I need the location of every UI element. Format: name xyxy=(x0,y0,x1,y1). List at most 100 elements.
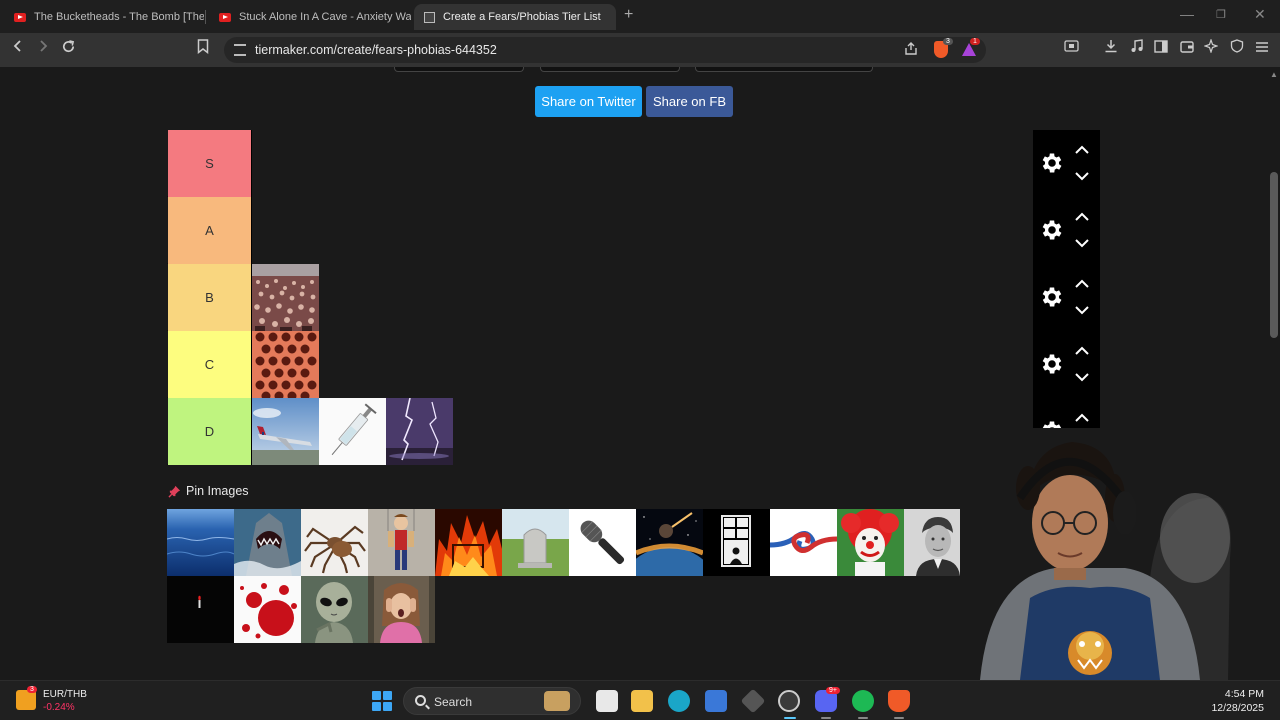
browser-tab-active[interactable]: Create a Fears/Phobias Tier List ✕ xyxy=(414,4,616,30)
reload-icon[interactable] xyxy=(61,39,76,60)
vpn-shield-icon[interactable] xyxy=(1230,39,1244,59)
scroll-up-icon[interactable]: ▲ xyxy=(1270,70,1278,79)
tier-drop-zone[interactable] xyxy=(251,331,1033,398)
pool-item-ocean[interactable] xyxy=(167,509,234,576)
taskbar-clock[interactable]: 4:54 PM 12/28/2025 xyxy=(1206,687,1264,715)
wallet-icon[interactable] xyxy=(1180,39,1194,59)
tab-search-icon[interactable] xyxy=(1064,39,1079,59)
forward-icon[interactable] xyxy=(36,39,50,59)
tier-label[interactable]: D xyxy=(168,398,251,465)
tiermaker-icon xyxy=(424,11,435,23)
move-down-icon[interactable] xyxy=(1074,171,1090,181)
site-settings-icon[interactable] xyxy=(234,44,246,56)
pool-item-knot[interactable] xyxy=(770,509,837,576)
tier-controls xyxy=(1033,331,1100,398)
tier-label[interactable]: B xyxy=(168,264,251,331)
active-app-indicator xyxy=(784,717,796,719)
pool-item-asteroid[interactable] xyxy=(636,509,703,576)
toolbar-button-partial[interactable] xyxy=(695,67,873,72)
tier-item-airplane[interactable] xyxy=(252,398,319,465)
move-up-icon[interactable] xyxy=(1074,145,1090,155)
menu-icon[interactable] xyxy=(1255,39,1269,59)
file-explorer-icon[interactable] xyxy=(631,690,653,712)
pool-item-clown[interactable] xyxy=(837,509,904,576)
tier-controls xyxy=(1033,197,1100,264)
pool-item-shark[interactable] xyxy=(234,509,301,576)
search-highlight-icon xyxy=(544,691,570,711)
tier-drop-zone[interactable] xyxy=(251,398,1033,465)
tier-label[interactable]: C xyxy=(168,331,251,398)
brave-icon[interactable] xyxy=(888,690,910,712)
tier-item-crowd[interactable] xyxy=(252,264,319,331)
obs-app-icon[interactable] xyxy=(740,688,766,714)
move-up-icon[interactable] xyxy=(1074,279,1090,289)
bookmark-icon[interactable] xyxy=(197,39,209,60)
move-down-icon[interactable] xyxy=(1074,372,1090,382)
leo-ai-icon[interactable] xyxy=(1203,38,1219,59)
move-up-icon[interactable] xyxy=(1074,346,1090,356)
pool-item-fire[interactable] xyxy=(435,509,502,576)
browser-tab[interactable]: The Bucketheads - The Bomb [These xyxy=(4,4,204,30)
music-note-icon[interactable] xyxy=(1130,39,1144,59)
back-icon[interactable] xyxy=(11,39,25,59)
search-label: Search xyxy=(434,695,473,709)
tier-label[interactable]: A xyxy=(168,197,251,264)
gear-icon[interactable] xyxy=(1039,217,1065,243)
pool-item-microphone[interactable] xyxy=(569,509,636,576)
tier-label[interactable]: S xyxy=(168,130,251,197)
share-fb-button[interactable]: Share on FB xyxy=(646,86,733,117)
pool-item-dark-candle[interactable] xyxy=(167,576,234,643)
pool-item-spider[interactable] xyxy=(301,509,368,576)
edge-icon[interactable] xyxy=(668,690,690,712)
sidebar-icon[interactable] xyxy=(1154,39,1168,59)
download-icon[interactable] xyxy=(1104,39,1118,59)
tab-title: Create a Fears/Phobias Tier List xyxy=(443,11,601,23)
share-page-icon[interactable] xyxy=(904,42,918,59)
running-app-indicator xyxy=(858,717,868,719)
clock-time: 4:54 PM xyxy=(1224,688,1264,700)
tier-item-syringe[interactable] xyxy=(319,398,386,465)
gear-icon[interactable] xyxy=(1039,150,1065,176)
windows-start-icon[interactable] xyxy=(372,691,392,711)
pool-item-alien[interactable] xyxy=(301,576,368,643)
obs-studio-icon[interactable] xyxy=(778,690,800,712)
move-down-icon[interactable] xyxy=(1074,238,1090,248)
minimize-icon[interactable]: — xyxy=(1180,6,1194,22)
move-up-icon[interactable] xyxy=(1074,212,1090,222)
taskbar-search[interactable]: Search xyxy=(403,687,581,715)
address-bar[interactable]: tiermaker.com/create/fears-phobias-64435… xyxy=(224,37,986,63)
pool-item-grave[interactable] xyxy=(502,509,569,576)
new-tab-button[interactable]: + xyxy=(624,6,633,24)
gear-icon[interactable] xyxy=(1039,351,1065,377)
unranked-image-pool[interactable] xyxy=(167,509,1037,643)
maximize-icon[interactable]: ❐ xyxy=(1216,8,1226,21)
ticker-pair: EUR/THB xyxy=(43,689,87,700)
ticker-change: -0.24% xyxy=(43,702,75,713)
pool-item-window[interactable] xyxy=(703,509,770,576)
tier-drop-zone[interactable] xyxy=(251,264,1033,331)
tier-drop-zone[interactable] xyxy=(251,130,1033,197)
toolbar-button-partial[interactable] xyxy=(394,67,524,72)
tier-item-holes[interactable] xyxy=(252,331,319,398)
window-close-icon[interactable]: ✕ xyxy=(1254,6,1266,23)
spotify-icon[interactable] xyxy=(852,690,874,712)
tier-row-a: A xyxy=(167,197,1100,264)
share-twitter-button[interactable]: Share on Twitter xyxy=(535,86,642,117)
youtube-icon xyxy=(14,12,26,22)
url-text[interactable]: tiermaker.com/create/fears-phobias-64435… xyxy=(255,43,497,57)
browser-tab[interactable]: Stuck Alone In A Cave - Anxiety Warr xyxy=(209,4,411,30)
scrollbar-thumb[interactable] xyxy=(1270,172,1278,338)
pin-images-toggle[interactable]: Pin Images xyxy=(168,484,249,498)
move-down-icon[interactable] xyxy=(1074,305,1090,315)
tier-item-lightning[interactable] xyxy=(386,398,453,465)
store-icon[interactable] xyxy=(705,690,727,712)
gear-icon[interactable] xyxy=(1039,284,1065,310)
move-up-icon[interactable] xyxy=(1074,413,1090,423)
pool-item-scared-girl[interactable] xyxy=(368,576,435,643)
pool-item-blood[interactable] xyxy=(234,576,301,643)
browser-tab-bar: The Bucketheads - The Bomb [These Stuck … xyxy=(0,0,1280,33)
task-view-icon[interactable] xyxy=(596,690,618,712)
tier-drop-zone[interactable] xyxy=(251,197,1033,264)
toolbar-button-partial[interactable] xyxy=(540,67,680,72)
pool-item-puppet[interactable] xyxy=(368,509,435,576)
